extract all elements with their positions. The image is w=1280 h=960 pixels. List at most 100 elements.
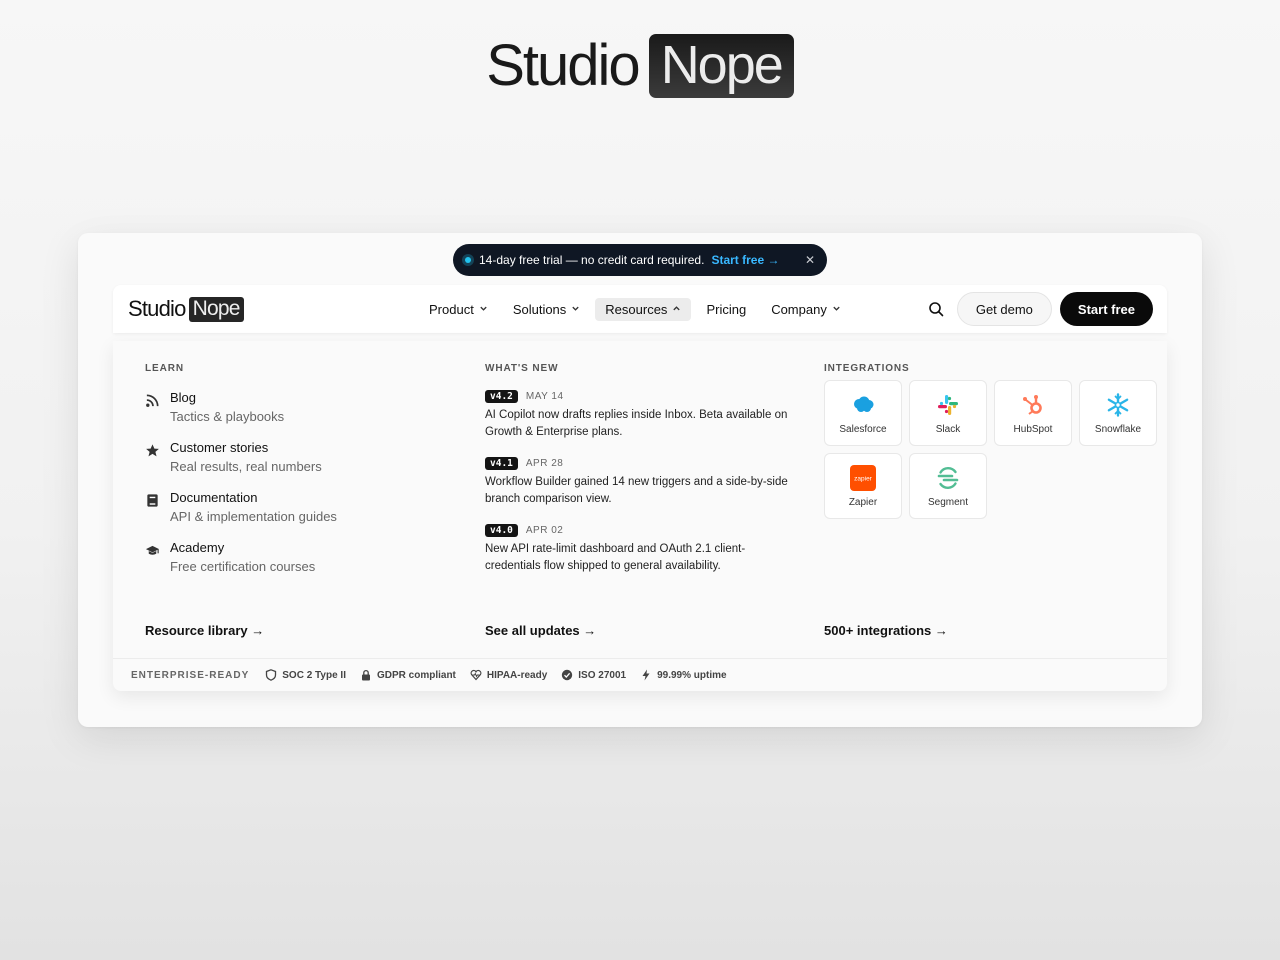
status-dot-icon	[465, 257, 471, 263]
chevron-down-icon	[832, 304, 841, 315]
integration-tile-segment[interactable]: Segment	[909, 453, 987, 519]
brand-logo: Studio Nope	[0, 34, 1280, 98]
whats-new-heading: WHAT'S NEW	[485, 363, 559, 374]
shield-icon	[266, 669, 277, 681]
nav-item-label: Product	[429, 301, 474, 317]
zapier-logo-text: zapier	[854, 475, 873, 482]
nav-item-pricing[interactable]: Pricing	[696, 298, 756, 321]
heart-pulse-icon	[470, 669, 482, 681]
nav-logo-nope: Nope	[188, 296, 244, 322]
nav-item-label: Resources	[605, 301, 668, 317]
chevron-down-icon	[571, 304, 580, 315]
enterprise-ready-label: ENTERPRISE-READY	[131, 669, 250, 681]
badge-text: 99.99% uptime	[657, 669, 727, 681]
see-all-updates-link[interactable]: See all updates →	[485, 623, 596, 638]
nav-item-label: Solutions	[512, 301, 567, 317]
changelog-item[interactable]: v4.1 APR 28 Workflow Builder gained 14 n…	[485, 457, 795, 508]
learn-item-subtitle: Free certification courses	[170, 559, 316, 574]
nav-logo-studio: Studio	[128, 296, 186, 321]
book-icon	[147, 494, 158, 507]
badge-text: GDPR compliant	[376, 669, 456, 681]
integration-tile-salesforce[interactable]: Salesforce	[824, 380, 902, 446]
release-date: APR 02	[525, 525, 564, 536]
check-circle-icon	[562, 669, 573, 681]
search-icon[interactable]	[923, 296, 949, 322]
main-menu: Product Solutions Resources Pricing Comp…	[419, 285, 856, 333]
version-badge: v4.1	[485, 457, 518, 470]
salesforce-logo-icon	[854, 396, 874, 412]
nav-item-solutions[interactable]: Solutions	[503, 298, 590, 321]
trust-bar: ENTERPRISE-READY SOC 2 Type II GDPR comp…	[113, 658, 1167, 691]
integration-name: Snowflake	[1094, 423, 1142, 435]
release-date: APR 28	[525, 458, 564, 469]
nav-item-company[interactable]: Company	[761, 298, 851, 321]
changelog-text: Workflow Builder gained 14 new triggers …	[485, 476, 788, 505]
learn-item-academy[interactable]: Academy Free certification courses	[145, 540, 465, 574]
close-icon[interactable]: ✕	[805, 253, 815, 267]
brand-word-nope: Nope	[648, 34, 794, 98]
graduation-cap-icon	[145, 545, 160, 555]
version-badge: v4.0	[485, 524, 518, 537]
zapier-logo-icon: zapier	[850, 464, 876, 491]
integration-tile-snowflake[interactable]: Snowflake	[1079, 380, 1157, 446]
nav-actions: Get demo Start free	[923, 292, 1153, 326]
resources-dropdown: LEARN Blog Tactics & playbooks Customer …	[113, 341, 1167, 691]
brand-word-studio: Studio	[486, 33, 640, 98]
compliance-badge: 99.99% uptime	[640, 669, 727, 681]
slack-logo-icon	[938, 394, 958, 415]
changelog-text: New API rate-limit dashboard and OAuth 2…	[485, 543, 746, 572]
learn-heading: LEARN	[145, 363, 184, 374]
chevron-down-icon	[479, 304, 488, 315]
learn-item-customer-stories[interactable]: Customer stories Real results, real numb…	[145, 440, 465, 474]
nav-item-label: Pricing	[706, 301, 747, 317]
compliance-badge: ISO 27001	[561, 669, 626, 681]
learn-item-subtitle: Real results, real numbers	[170, 459, 322, 474]
hubspot-logo-icon	[1023, 394, 1042, 415]
nav-item-label: Company	[771, 301, 827, 317]
preview-card: 14-day free trial — no credit card requi…	[78, 233, 1202, 727]
rss-icon	[146, 394, 159, 407]
integration-tile-hubspot[interactable]: HubSpot	[994, 380, 1072, 446]
integration-name: HubSpot	[1013, 423, 1053, 435]
resource-library-link[interactable]: Resource library →	[145, 623, 264, 638]
integrations-heading: INTEGRATIONS	[824, 363, 910, 374]
learn-column: LEARN Blog Tactics & playbooks Customer …	[145, 363, 465, 638]
changelog-item[interactable]: v4.0 APR 02 New API rate-limit dashboard…	[485, 524, 795, 575]
learn-item-title: Blog	[170, 390, 197, 405]
integration-tile-slack[interactable]: Slack	[909, 380, 987, 446]
star-icon	[146, 444, 159, 457]
announcement-text: 14-day free trial — no credit card requi…	[479, 253, 705, 267]
compliance-badge: SOC 2 Type II	[265, 669, 346, 681]
badge-text: HIPAA-ready	[486, 669, 548, 681]
release-date: MAY 14	[525, 391, 564, 402]
nav-item-resources[interactable]: Resources	[595, 297, 692, 321]
integration-grid: Salesforce Slack HubSpot Snowflake zapie…	[824, 380, 1158, 519]
nav-item-product[interactable]: Product	[419, 298, 498, 321]
compliance-badge: HIPAA-ready	[470, 669, 547, 681]
nav-logo[interactable]: Studio Nope	[128, 296, 244, 322]
integration-name: Salesforce	[839, 423, 887, 435]
learn-item-blog[interactable]: Blog Tactics & playbooks	[145, 390, 465, 424]
version-badge: v4.2	[485, 390, 518, 403]
changelog-item[interactable]: v4.2 MAY 14 AI Copilot now drafts replie…	[485, 390, 795, 441]
integration-name: Slack	[935, 423, 961, 435]
integration-name: Zapier	[848, 496, 878, 508]
get-demo-button[interactable]: Get demo	[956, 292, 1052, 326]
chevron-up-icon	[672, 304, 681, 315]
whats-new-column: WHAT'S NEW v4.2 MAY 14 AI Copilot now dr…	[485, 363, 795, 638]
learn-item-subtitle: API & implementation guides	[170, 509, 337, 524]
announcement-bar: 14-day free trial — no credit card requi…	[453, 244, 827, 276]
lock-icon	[361, 669, 370, 681]
start-free-button[interactable]: Start free	[1059, 292, 1153, 326]
integration-tile-zapier[interactable]: zapier Zapier	[824, 453, 902, 519]
changelog-text: AI Copilot now drafts replies inside Inb…	[485, 409, 788, 438]
learn-item-subtitle: Tactics & playbooks	[170, 409, 285, 424]
badge-text: ISO 27001	[578, 669, 627, 681]
announcement-cta-link[interactable]: Start free →	[711, 253, 779, 267]
learn-item-title: Customer stories	[170, 440, 269, 455]
bolt-icon	[642, 669, 650, 681]
learn-item-documentation[interactable]: Documentation API & implementation guide…	[145, 490, 465, 524]
all-integrations-link[interactable]: 500+ integrations →	[824, 623, 948, 638]
snowflake-logo-icon	[1107, 392, 1129, 417]
badge-text: SOC 2 Type II	[282, 669, 346, 681]
